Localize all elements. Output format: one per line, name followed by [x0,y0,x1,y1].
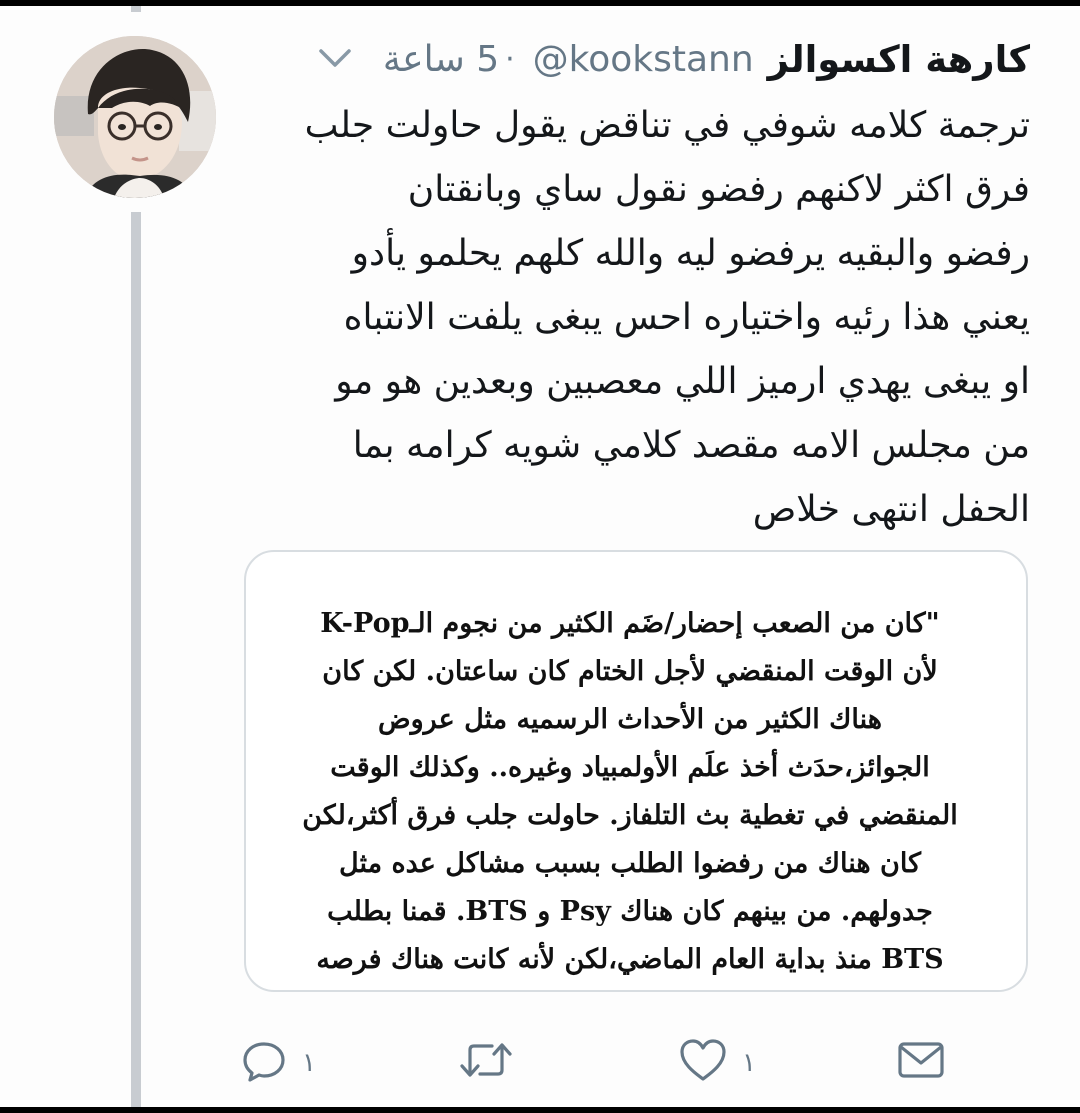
separator-dot: · [505,41,515,77]
tweet-header: 5 ساعة · @kookstann كارهة اكسوالز [309,34,1030,84]
reply-button[interactable]: ١ [240,1028,316,1098]
card-text-line: الجوائز،حدَث أخذ علَم الأولمبياد وغيره..… [330,752,930,783]
attached-image-text: "كان من الصعب إحضار/ضَم الكثير من نجوم ا… [270,600,990,984]
tweet-view: 5 ساعة · @kookstann كارهة اكسوالز ترجمة … [0,6,1080,1107]
screenshot-frame: 5 ساعة · @kookstann كارهة اكسوالز ترجمة … [0,0,1080,1113]
avatar[interactable] [54,36,216,198]
reply-count: ١ [302,1048,316,1078]
thread-line-top [131,6,141,12]
user-handle[interactable]: @kookstann [533,39,754,80]
tweet-text-line: ترجمة كلامه شوفي في تناقض يقول حاولت جلب [304,105,1030,146]
card-text-line: كان هناك من رفضوا الطلب بسبب مشاكل عده م… [339,848,921,879]
attached-image-card[interactable]: "كان من الصعب إحضار/ضَم الكثير من نجوم ا… [244,550,1028,992]
thread-line [131,212,141,1107]
card-text-line: BTS منذ بداية العام الماضي،لكن لأنه كانت… [316,944,944,975]
tweet-text-line: من مجلس الامه مقصد كلامي شويه كرامه بما [352,425,1030,466]
card-text-line: لأن الوقت المنقضي لأجل الختام كان ساعتان… [322,656,938,687]
chevron-down-icon[interactable] [315,39,355,79]
card-text-line: هناك الكثير من الأحداث الرسميه مثل عروض [377,704,883,735]
tweet-body: ترجمة كلامه شوفي في تناقض يقول حاولت جلب… [250,94,1030,542]
reply-icon [240,1036,288,1091]
tweet-actions: ١ ١ [240,1028,1020,1098]
avatar-photo [54,36,216,198]
tweet-time[interactable]: 5 ساعة [383,39,499,80]
envelope-icon [896,1039,946,1088]
tweet-text-line: رفضو والبقيه يرفضو ليه والله كلهم يحلمو … [351,233,1030,274]
card-text-line: "كان من الصعب إحضار/ضَم الكثير من نجوم ا… [320,608,940,639]
heart-icon [678,1037,728,1090]
display-name[interactable]: كارهة اكسوالز [768,38,1030,81]
tweet-text-line: الحفل انتهى خلاص [752,489,1030,530]
tweet-text-line: فرق اكثر لاكنهم رفضو نقول ساي وبانقتان [407,169,1030,210]
like-count: ١ [742,1048,756,1078]
tweet-text-line: او يبغى يهدي ارميز اللي معصبين وبعدين هو… [335,361,1030,402]
retweet-icon [458,1036,514,1091]
tweet-text-line: يعني هذا رئيه واختياره احس يبغى يلفت الا… [343,297,1030,338]
share-button[interactable] [896,1028,960,1098]
retweet-button[interactable] [458,1028,528,1098]
like-button[interactable]: ١ [678,1028,756,1098]
card-text-line: المنقضي في تغطية بث التلفاز. حاولت جلب ف… [302,800,958,831]
card-text-line: جدولهم. من بينهم كان هناك Psy و BTS. قمن… [327,896,933,927]
